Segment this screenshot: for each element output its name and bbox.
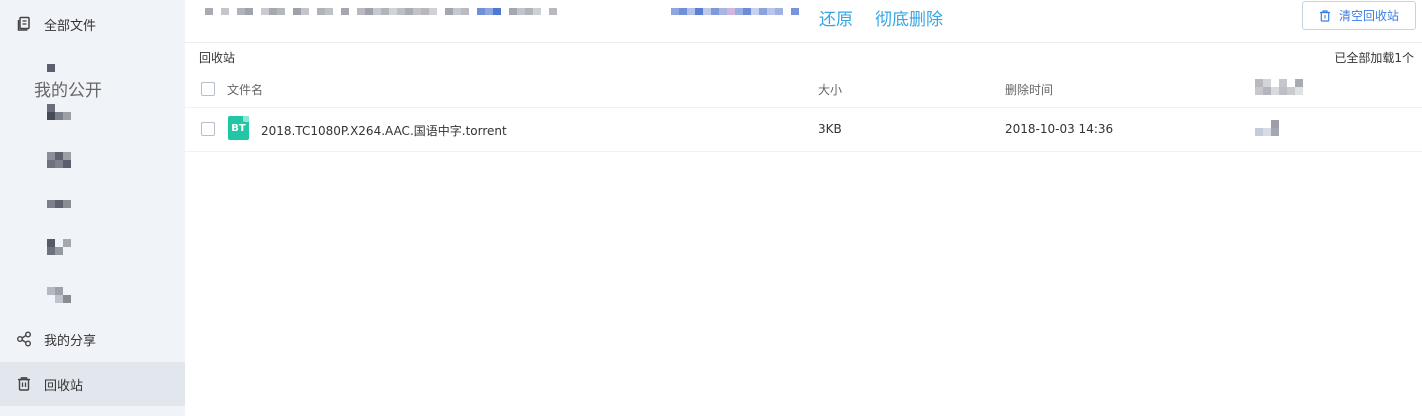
sidebar: 全部文件 我的公开 我的分享 回收站 <box>0 0 185 416</box>
sidebar-item-recycle-bin[interactable]: 回收站 <box>0 362 185 406</box>
pixelated-label <box>47 104 71 120</box>
toolbar: 还原 彻底删除 <box>185 0 1422 43</box>
pixelated-text <box>671 8 799 22</box>
pixelated-label <box>47 200 71 208</box>
column-header-name[interactable]: 文件名 <box>227 81 263 98</box>
sidebar-item-my-share[interactable]: 我的分享 <box>0 317 185 361</box>
deleted-time: 2018-10-03 14:36 <box>1005 122 1114 136</box>
table-header: 文件名 大小 删除时间 <box>185 70 1422 108</box>
column-header-deleted-time[interactable]: 删除时间 <box>1005 81 1053 98</box>
load-status: 已全部加载1个 <box>1334 51 1414 65</box>
pixelated-label <box>47 152 71 168</box>
sidebar-item-public[interactable]: 我的公开 <box>34 76 102 101</box>
restore-button[interactable]: 还原 <box>819 5 853 30</box>
sidebar-item-label: 全部文件 <box>44 18 97 34</box>
clear-recycle-bin-button[interactable]: 清空回收站 <box>1302 1 1416 30</box>
delete-permanently-button[interactable]: 彻底删除 <box>875 5 943 30</box>
breadcrumb: 回收站 <box>199 51 236 65</box>
clear-recycle-bin-label: 清空回收站 <box>1338 9 1399 23</box>
sidebar-item-label: 我的分享 <box>44 333 97 349</box>
trash-icon <box>1319 9 1331 22</box>
pixelated-label <box>47 239 71 255</box>
column-header-size[interactable]: 大小 <box>818 81 842 98</box>
pixelated-text <box>205 8 557 22</box>
files-icon <box>16 16 32 32</box>
row-checkbox[interactable] <box>201 122 215 136</box>
sidebar-item-all-files[interactable]: 全部文件 <box>0 2 185 46</box>
pixelated-label <box>47 287 71 303</box>
share-icon <box>16 331 32 347</box>
select-all-checkbox[interactable] <box>201 82 215 96</box>
file-size: 3KB <box>818 122 842 136</box>
pixelated-column-header <box>1255 79 1303 95</box>
table-row[interactable]: BT 2018.TC1080P.X264.AAC.国语中字.torrent 3K… <box>185 108 1422 152</box>
trash-icon <box>16 376 32 392</box>
file-name[interactable]: 2018.TC1080P.X264.AAC.国语中字.torrent <box>261 122 507 139</box>
pixelated-label <box>47 64 63 72</box>
pixelated-cell <box>1255 120 1279 136</box>
bt-file-icon: BT <box>228 116 249 140</box>
sidebar-item-label: 回收站 <box>44 378 84 394</box>
